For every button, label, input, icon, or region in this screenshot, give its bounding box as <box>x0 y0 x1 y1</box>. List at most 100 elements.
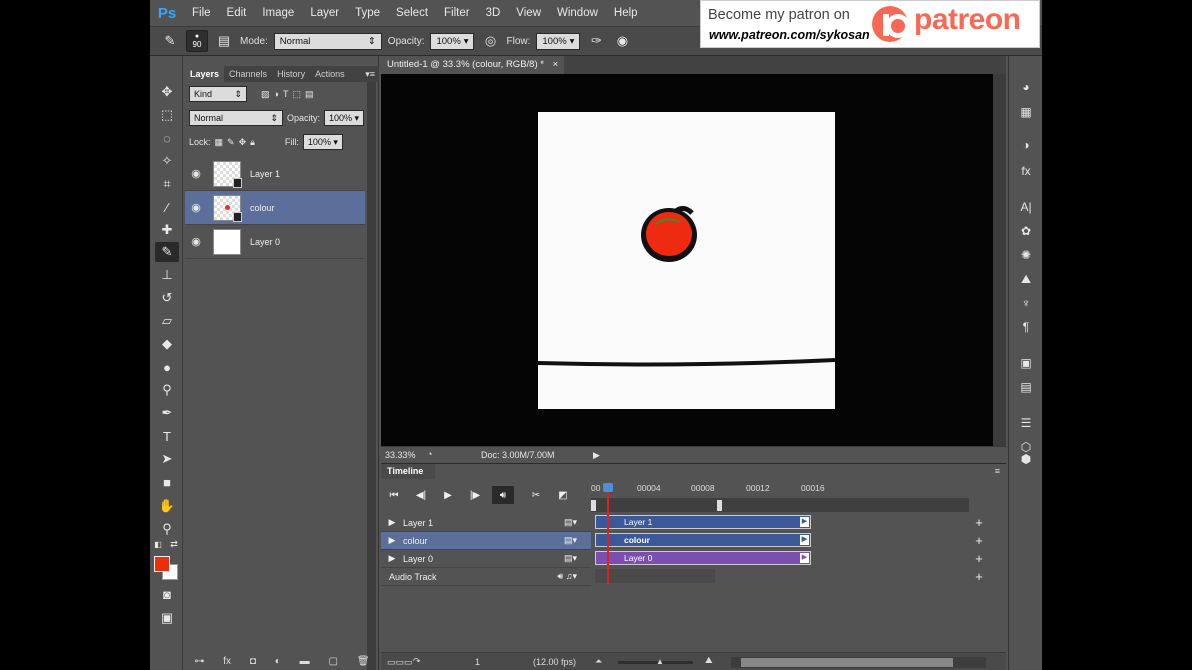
blend-mode-select[interactable]: Normal ⇕ <box>189 110 283 126</box>
convert-frame-animation-icon[interactable]: ▭▭▭ <box>387 657 413 668</box>
3d-panel-icon[interactable]: ⬢ <box>1017 450 1035 468</box>
pressure-size-icon[interactable]: ◉ <box>612 31 632 51</box>
status-menu-arrow-icon[interactable]: ▶ <box>593 450 600 461</box>
tool-presets-panel-icon[interactable]: ♆ <box>1017 294 1035 312</box>
layer-style-icon[interactable]: fx <box>223 656 231 667</box>
styles-panel-icon[interactable]: fx <box>1017 162 1035 180</box>
brush-size-picker[interactable]: ● 90 <box>186 30 208 52</box>
default-colors-icon[interactable]: ◧ <box>152 538 164 550</box>
delete-layer-icon[interactable]: 🗑︎ <box>357 656 370 667</box>
add-media-button[interactable]: + <box>971 551 987 567</box>
rectangle-tool-icon[interactable]: ■ <box>155 472 179 492</box>
menu-edit[interactable]: Edit <box>219 0 255 26</box>
document-tab[interactable]: Untitled-1 @ 33.3% (colour, RGB/8) * × <box>381 56 565 74</box>
fill-input[interactable]: 100% ▾ <box>302 134 343 150</box>
adjustment-layer-icon[interactable]: ◐ <box>275 656 281 667</box>
opacity-input[interactable]: 100% ▾ <box>430 32 475 50</box>
swap-colors-icon[interactable]: ⇄ <box>168 538 180 550</box>
filter-pixel-icon[interactable]: ▨ <box>261 89 270 100</box>
expand-arrow-icon[interactable]: ▶ <box>381 517 403 528</box>
history-brush-tool-icon[interactable]: ↺ <box>155 288 179 308</box>
visibility-eye-icon[interactable]: ◉ <box>185 167 207 180</box>
quick-mask-icon[interactable]: ◙ <box>155 584 179 604</box>
scroll-thumb[interactable] <box>741 658 953 667</box>
marquee-tool-icon[interactable]: ⬚ <box>155 105 179 125</box>
canvas-area[interactable] <box>381 74 993 446</box>
add-media-button[interactable]: + <box>971 515 987 531</box>
properties-panel-icon[interactable]: ☰ <box>1017 414 1035 432</box>
work-area-bar[interactable] <box>591 498 969 512</box>
add-audio-button[interactable]: + <box>971 569 987 585</box>
previous-frame-icon[interactable]: ◀| <box>410 486 432 504</box>
slider-thumb[interactable]: ▲ <box>656 657 664 666</box>
timeline-tab[interactable]: Timeline <box>381 464 435 479</box>
clip-end-arrow-icon[interactable]: ▶ <box>800 517 809 527</box>
clip-end-arrow-icon[interactable]: ▶ <box>800 535 809 545</box>
color-panel-icon[interactable]: ◕ <box>1017 78 1035 96</box>
track-layer-1[interactable]: ▶ Layer 1 ▤▾ <box>381 514 591 532</box>
new-group-icon[interactable]: ▬ <box>300 656 310 667</box>
menu-file[interactable]: File <box>184 0 219 26</box>
expand-arrow-icon[interactable]: ▶ <box>381 535 403 546</box>
type-tool-icon[interactable]: T <box>155 426 179 446</box>
paint-bucket-tool-icon[interactable]: ◆ <box>155 334 179 354</box>
track-colour[interactable]: ▶ colour ▤▾ <box>381 532 591 550</box>
transition-icon[interactable]: ◩ <box>552 486 574 504</box>
timeline-zoom-slider[interactable]: ▲ <box>618 657 693 666</box>
foreground-color-swatch[interactable] <box>154 556 170 572</box>
clone-source-panel-icon[interactable]: ⛰ <box>1017 270 1035 288</box>
next-frame-icon[interactable]: |▶ <box>464 486 486 504</box>
work-area-start-handle[interactable] <box>591 500 596 511</box>
lasso-tool-icon[interactable]: ◌ <box>155 128 179 148</box>
clip-layer-0[interactable]: Layer 0 ▶ <box>595 551 811 565</box>
dodge-tool-icon[interactable]: ⚲ <box>155 380 179 400</box>
go-to-first-frame-icon[interactable]: ⏮ <box>383 486 405 504</box>
swatches-panel-icon[interactable]: ▦ <box>1017 103 1035 121</box>
menu-view[interactable]: View <box>508 0 549 26</box>
audio-clip-area[interactable] <box>595 569 715 583</box>
menu-filter[interactable]: Filter <box>436 0 478 26</box>
eraser-tool-icon[interactable]: ▱ <box>155 311 179 331</box>
magic-wand-tool-icon[interactable]: ✧ <box>155 151 179 171</box>
tab-layers[interactable]: Layers <box>185 66 225 82</box>
menu-window[interactable]: Window <box>549 0 606 26</box>
lock-move-icon[interactable]: ✥ <box>239 137 247 148</box>
brush-tool-icon[interactable]: ✎ <box>155 242 179 262</box>
timeline-menu-icon[interactable]: ≡ <box>995 466 1000 476</box>
filter-type-icon[interactable]: T <box>283 89 289 99</box>
patreon-banner[interactable]: Become my patron on www.patreon.com/syko… <box>700 0 1040 48</box>
lock-paint-icon[interactable]: ✎ <box>227 137 235 148</box>
menu-layer[interactable]: Layer <box>302 0 347 26</box>
menu-select[interactable]: Select <box>388 0 436 26</box>
flow-input[interactable]: 100% ▾ <box>536 32 581 50</box>
document-canvas[interactable] <box>537 112 836 409</box>
audio-toggle-icon[interactable]: 🔊︎ <box>492 486 514 504</box>
filter-adjustment-icon[interactable]: ◑ <box>274 89 279 99</box>
clip-layer-1[interactable]: Layer 1 ▶ <box>595 515 811 529</box>
layers-scrollbar[interactable] <box>367 82 376 670</box>
clone-stamp-tool-icon[interactable]: ⊥ <box>155 265 179 285</box>
filter-shape-icon[interactable]: ⬚ <box>292 89 301 100</box>
render-video-icon[interactable]: ↷ <box>413 656 421 667</box>
menu-type[interactable]: Type <box>347 0 388 26</box>
navigator-panel-icon[interactable]: ▣ <box>1017 354 1035 372</box>
visibility-eye-icon[interactable]: ◉ <box>185 201 207 214</box>
eyedropper-tool-icon[interactable]: ⁄ <box>155 197 179 217</box>
layer-row-layer-1[interactable]: ◉ Layer 1 <box>185 157 365 191</box>
tab-history[interactable]: History <box>272 66 310 82</box>
info-icon[interactable]: ◔ <box>427 449 432 459</box>
playhead-line[interactable] <box>607 484 609 584</box>
link-layers-icon[interactable]: ⊶ <box>194 656 204 667</box>
path-selection-tool-icon[interactable]: ➤ <box>155 449 179 469</box>
menu-help[interactable]: Help <box>606 0 646 26</box>
crop-tool-icon[interactable]: ⌗ <box>155 174 179 194</box>
tab-channels[interactable]: Channels <box>224 66 272 82</box>
hand-tool-icon[interactable]: ✋ <box>155 496 179 516</box>
clip-end-arrow-icon[interactable]: ▶ <box>800 553 809 563</box>
expand-arrow-icon[interactable]: ▶ <box>381 553 403 564</box>
track-audio[interactable]: Audio Track 🔊︎ ♫▾ <box>381 568 591 586</box>
layer-opacity-input[interactable]: 100% ▾ <box>324 110 365 126</box>
airbrush-icon[interactable]: ✑ <box>586 31 606 51</box>
new-layer-icon[interactable]: ▢ <box>329 656 338 667</box>
mode-select[interactable]: Normal ⇕ <box>273 32 382 50</box>
